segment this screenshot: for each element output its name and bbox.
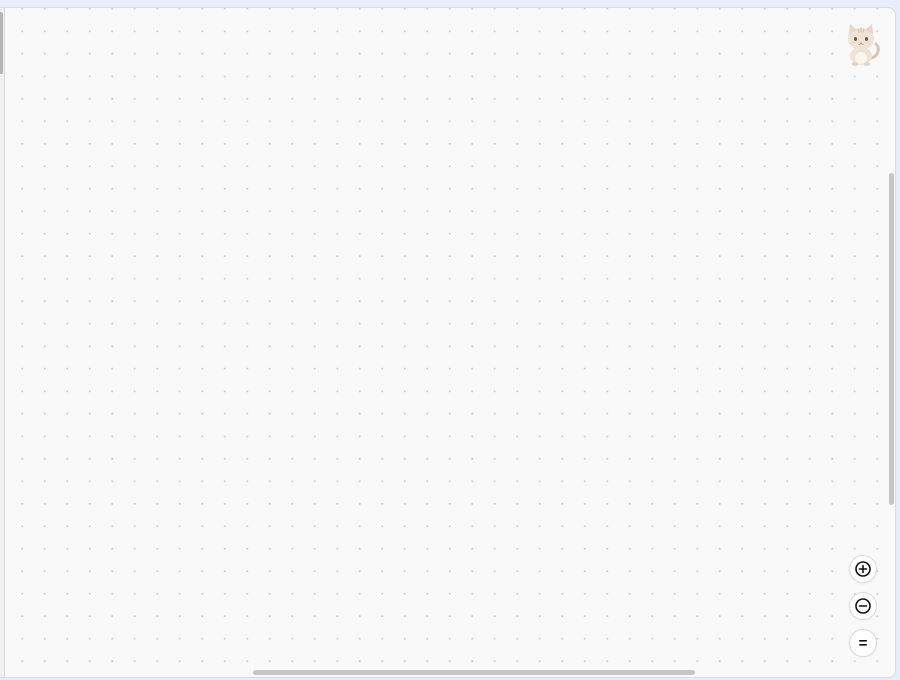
zoom-out-button[interactable] (849, 592, 877, 620)
zoom-out-icon (855, 598, 871, 614)
horizontal-scrollbar-thumb[interactable] (253, 670, 695, 675)
fit-view-icon: = (858, 634, 868, 652)
zoom-in-icon (855, 561, 871, 577)
canvas-window: = (0, 7, 896, 678)
zoom-controls: = (849, 555, 877, 657)
cat-mascot-icon[interactable] (841, 22, 881, 66)
left-panel-scrollbar[interactable] (0, 8, 5, 677)
left-panel-scrollbar-thumb[interactable] (0, 12, 3, 74)
fit-view-button[interactable]: = (849, 629, 877, 657)
vertical-scrollbar-thumb[interactable] (889, 173, 894, 505)
zoom-in-button[interactable] (849, 555, 877, 583)
